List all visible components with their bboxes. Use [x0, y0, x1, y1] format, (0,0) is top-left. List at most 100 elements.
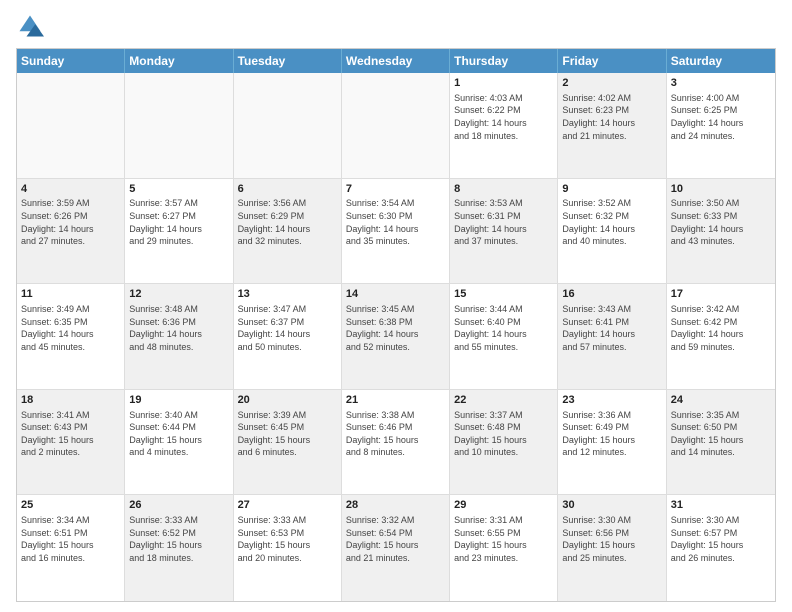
day-number: 31	[671, 498, 771, 513]
calendar: SundayMondayTuesdayWednesdayThursdayFrid…	[16, 48, 776, 602]
day-number: 12	[129, 287, 228, 302]
header-day-tuesday: Tuesday	[234, 49, 342, 73]
day-info: Sunrise: 3:42 AM Sunset: 6:42 PM Dayligh…	[671, 303, 771, 353]
day-cell-5: 5Sunrise: 3:57 AM Sunset: 6:27 PM Daylig…	[125, 179, 233, 284]
day-info: Sunrise: 3:39 AM Sunset: 6:45 PM Dayligh…	[238, 409, 337, 459]
day-number: 6	[238, 182, 337, 197]
day-info: Sunrise: 3:38 AM Sunset: 6:46 PM Dayligh…	[346, 409, 445, 459]
day-cell-27: 27Sunrise: 3:33 AM Sunset: 6:53 PM Dayli…	[234, 495, 342, 601]
day-number: 3	[671, 76, 771, 91]
day-cell-31: 31Sunrise: 3:30 AM Sunset: 6:57 PM Dayli…	[667, 495, 775, 601]
day-number: 27	[238, 498, 337, 513]
day-info: Sunrise: 3:37 AM Sunset: 6:48 PM Dayligh…	[454, 409, 553, 459]
day-number: 21	[346, 393, 445, 408]
day-cell-12: 12Sunrise: 3:48 AM Sunset: 6:36 PM Dayli…	[125, 284, 233, 389]
day-number: 16	[562, 287, 661, 302]
day-number: 11	[21, 287, 120, 302]
page: SundayMondayTuesdayWednesdayThursdayFrid…	[0, 0, 792, 612]
day-info: Sunrise: 4:00 AM Sunset: 6:25 PM Dayligh…	[671, 92, 771, 142]
day-number: 13	[238, 287, 337, 302]
day-number: 14	[346, 287, 445, 302]
day-cell-26: 26Sunrise: 3:33 AM Sunset: 6:52 PM Dayli…	[125, 495, 233, 601]
day-number: 29	[454, 498, 553, 513]
calendar-body: 1Sunrise: 4:03 AM Sunset: 6:22 PM Daylig…	[17, 73, 775, 601]
week-row-2: 4Sunrise: 3:59 AM Sunset: 6:26 PM Daylig…	[17, 179, 775, 285]
day-number: 7	[346, 182, 445, 197]
week-row-3: 11Sunrise: 3:49 AM Sunset: 6:35 PM Dayli…	[17, 284, 775, 390]
day-number: 4	[21, 182, 120, 197]
day-cell-10: 10Sunrise: 3:50 AM Sunset: 6:33 PM Dayli…	[667, 179, 775, 284]
day-cell-9: 9Sunrise: 3:52 AM Sunset: 6:32 PM Daylig…	[558, 179, 666, 284]
day-info: Sunrise: 3:50 AM Sunset: 6:33 PM Dayligh…	[671, 197, 771, 247]
calendar-header: SundayMondayTuesdayWednesdayThursdayFrid…	[17, 49, 775, 73]
header-day-friday: Friday	[558, 49, 666, 73]
day-cell-14: 14Sunrise: 3:45 AM Sunset: 6:38 PM Dayli…	[342, 284, 450, 389]
day-cell-25: 25Sunrise: 3:34 AM Sunset: 6:51 PM Dayli…	[17, 495, 125, 601]
day-number: 17	[671, 287, 771, 302]
day-info: Sunrise: 4:02 AM Sunset: 6:23 PM Dayligh…	[562, 92, 661, 142]
week-row-5: 25Sunrise: 3:34 AM Sunset: 6:51 PM Dayli…	[17, 495, 775, 601]
day-cell-21: 21Sunrise: 3:38 AM Sunset: 6:46 PM Dayli…	[342, 390, 450, 495]
day-cell-29: 29Sunrise: 3:31 AM Sunset: 6:55 PM Dayli…	[450, 495, 558, 601]
day-info: Sunrise: 3:30 AM Sunset: 6:56 PM Dayligh…	[562, 514, 661, 564]
day-info: Sunrise: 3:54 AM Sunset: 6:30 PM Dayligh…	[346, 197, 445, 247]
day-cell-7: 7Sunrise: 3:54 AM Sunset: 6:30 PM Daylig…	[342, 179, 450, 284]
day-info: Sunrise: 3:49 AM Sunset: 6:35 PM Dayligh…	[21, 303, 120, 353]
day-cell-3: 3Sunrise: 4:00 AM Sunset: 6:25 PM Daylig…	[667, 73, 775, 178]
day-number: 23	[562, 393, 661, 408]
day-info: Sunrise: 3:43 AM Sunset: 6:41 PM Dayligh…	[562, 303, 661, 353]
day-info: Sunrise: 3:48 AM Sunset: 6:36 PM Dayligh…	[129, 303, 228, 353]
empty-cell	[125, 73, 233, 178]
header-day-sunday: Sunday	[17, 49, 125, 73]
header-day-monday: Monday	[125, 49, 233, 73]
day-number: 19	[129, 393, 228, 408]
day-info: Sunrise: 4:03 AM Sunset: 6:22 PM Dayligh…	[454, 92, 553, 142]
day-info: Sunrise: 3:30 AM Sunset: 6:57 PM Dayligh…	[671, 514, 771, 564]
day-number: 2	[562, 76, 661, 91]
day-cell-8: 8Sunrise: 3:53 AM Sunset: 6:31 PM Daylig…	[450, 179, 558, 284]
header	[16, 12, 776, 40]
day-info: Sunrise: 3:45 AM Sunset: 6:38 PM Dayligh…	[346, 303, 445, 353]
day-cell-6: 6Sunrise: 3:56 AM Sunset: 6:29 PM Daylig…	[234, 179, 342, 284]
day-cell-13: 13Sunrise: 3:47 AM Sunset: 6:37 PM Dayli…	[234, 284, 342, 389]
day-info: Sunrise: 3:34 AM Sunset: 6:51 PM Dayligh…	[21, 514, 120, 564]
day-number: 15	[454, 287, 553, 302]
day-number: 30	[562, 498, 661, 513]
empty-cell	[342, 73, 450, 178]
day-number: 8	[454, 182, 553, 197]
day-info: Sunrise: 3:53 AM Sunset: 6:31 PM Dayligh…	[454, 197, 553, 247]
day-cell-28: 28Sunrise: 3:32 AM Sunset: 6:54 PM Dayli…	[342, 495, 450, 601]
day-info: Sunrise: 3:31 AM Sunset: 6:55 PM Dayligh…	[454, 514, 553, 564]
day-cell-2: 2Sunrise: 4:02 AM Sunset: 6:23 PM Daylig…	[558, 73, 666, 178]
day-info: Sunrise: 3:36 AM Sunset: 6:49 PM Dayligh…	[562, 409, 661, 459]
day-cell-4: 4Sunrise: 3:59 AM Sunset: 6:26 PM Daylig…	[17, 179, 125, 284]
day-info: Sunrise: 3:44 AM Sunset: 6:40 PM Dayligh…	[454, 303, 553, 353]
day-number: 20	[238, 393, 337, 408]
day-info: Sunrise: 3:33 AM Sunset: 6:52 PM Dayligh…	[129, 514, 228, 564]
week-row-4: 18Sunrise: 3:41 AM Sunset: 6:43 PM Dayli…	[17, 390, 775, 496]
day-cell-20: 20Sunrise: 3:39 AM Sunset: 6:45 PM Dayli…	[234, 390, 342, 495]
day-cell-1: 1Sunrise: 4:03 AM Sunset: 6:22 PM Daylig…	[450, 73, 558, 178]
day-info: Sunrise: 3:52 AM Sunset: 6:32 PM Dayligh…	[562, 197, 661, 247]
day-number: 28	[346, 498, 445, 513]
header-day-thursday: Thursday	[450, 49, 558, 73]
day-cell-18: 18Sunrise: 3:41 AM Sunset: 6:43 PM Dayli…	[17, 390, 125, 495]
day-number: 10	[671, 182, 771, 197]
day-cell-22: 22Sunrise: 3:37 AM Sunset: 6:48 PM Dayli…	[450, 390, 558, 495]
day-info: Sunrise: 3:40 AM Sunset: 6:44 PM Dayligh…	[129, 409, 228, 459]
day-info: Sunrise: 3:33 AM Sunset: 6:53 PM Dayligh…	[238, 514, 337, 564]
day-cell-30: 30Sunrise: 3:30 AM Sunset: 6:56 PM Dayli…	[558, 495, 666, 601]
day-number: 9	[562, 182, 661, 197]
logo	[16, 12, 48, 40]
day-number: 1	[454, 76, 553, 91]
day-number: 26	[129, 498, 228, 513]
day-cell-19: 19Sunrise: 3:40 AM Sunset: 6:44 PM Dayli…	[125, 390, 233, 495]
day-info: Sunrise: 3:47 AM Sunset: 6:37 PM Dayligh…	[238, 303, 337, 353]
day-number: 22	[454, 393, 553, 408]
day-cell-23: 23Sunrise: 3:36 AM Sunset: 6:49 PM Dayli…	[558, 390, 666, 495]
day-info: Sunrise: 3:56 AM Sunset: 6:29 PM Dayligh…	[238, 197, 337, 247]
day-info: Sunrise: 3:57 AM Sunset: 6:27 PM Dayligh…	[129, 197, 228, 247]
day-cell-24: 24Sunrise: 3:35 AM Sunset: 6:50 PM Dayli…	[667, 390, 775, 495]
day-cell-11: 11Sunrise: 3:49 AM Sunset: 6:35 PM Dayli…	[17, 284, 125, 389]
logo-icon	[16, 12, 44, 40]
